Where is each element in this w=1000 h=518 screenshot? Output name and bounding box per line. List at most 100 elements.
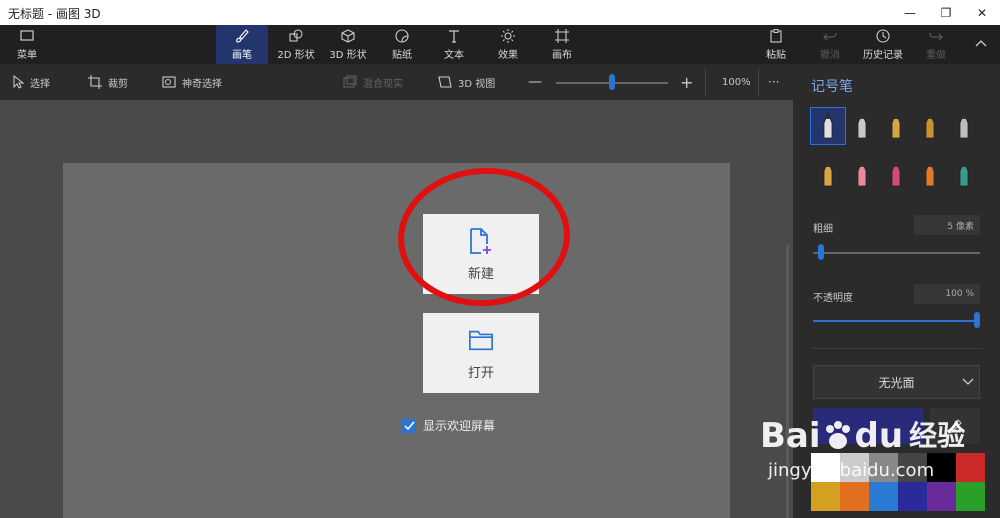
brush-crayon[interactable] [879, 156, 913, 192]
opacity-input[interactable]: 100 % [914, 284, 980, 304]
view-3d-button[interactable]: 3D 视图 [438, 64, 495, 100]
tool-text[interactable]: 文本 [428, 25, 480, 64]
calligraphy-pen-icon [857, 111, 867, 139]
undo-label: 撤消 [820, 50, 840, 61]
pixel-pen-icon [959, 111, 969, 139]
open-label: 打开 [467, 365, 494, 381]
mixed-reality-label: 混合现实 [363, 78, 403, 90]
brush-pixel-pen[interactable] [947, 108, 981, 144]
crop-icon [88, 75, 102, 89]
eraser-icon [857, 159, 867, 187]
redo-label: 重做 [926, 50, 946, 61]
tool-canvas[interactable]: 画布 [536, 25, 588, 64]
divider [705, 68, 706, 96]
palette-swatch[interactable] [869, 482, 898, 511]
watermark-jingyan: 经验 [909, 419, 966, 452]
brush-marker[interactable] [810, 107, 846, 145]
minimize-icon: — [904, 5, 916, 20]
title-bar [0, 0, 1000, 25]
opacity-slider-fill [813, 320, 980, 322]
history-button[interactable]: 历史记录 [858, 25, 908, 64]
tool-stickers[interactable]: 贴纸 [376, 25, 428, 64]
brush-eraser[interactable] [845, 156, 879, 192]
watermark-brand-du: du [854, 416, 904, 456]
minimize-button[interactable]: — [892, 0, 928, 25]
magic-select-label: 神奇选择 [182, 78, 222, 90]
palette-swatch[interactable] [927, 482, 956, 511]
text-icon [449, 30, 459, 43]
history-label: 历史记录 [863, 50, 903, 61]
zoom-out-button[interactable]: — [528, 64, 542, 100]
thickness-slider-thumb[interactable] [818, 244, 825, 260]
marker-icon [823, 111, 833, 139]
brush-spray-can[interactable] [913, 156, 947, 192]
tool-label: 贴纸 [392, 50, 412, 61]
chevron-up-icon [975, 39, 987, 46]
tool-2d-shapes[interactable]: 2D 形状 [270, 25, 322, 64]
pencil-icon [823, 159, 833, 187]
finish-dropdown[interactable]: 无光面 [813, 365, 980, 399]
tool-effects[interactable]: 效果 [482, 25, 534, 64]
mixed-reality-button[interactable]: 混合现实 [343, 64, 403, 100]
sun-icon [501, 29, 515, 43]
tool-label: 画笔 [232, 50, 252, 61]
palette-swatch[interactable] [840, 482, 869, 511]
palette-swatch[interactable] [811, 482, 840, 511]
magic-select-button[interactable]: 神奇选择 [162, 64, 222, 100]
paste-button[interactable]: 粘贴 [756, 25, 796, 64]
crop-button[interactable]: 裁剪 [88, 64, 128, 100]
select-label: 选择 [30, 78, 50, 90]
thickness-input[interactable]: 5 像素 [914, 215, 980, 235]
tool-label: 画布 [552, 50, 572, 61]
brush-fill[interactable] [947, 156, 981, 192]
crayon-icon [891, 159, 901, 187]
tool-3d-shapes[interactable]: 3D 形状 [322, 25, 374, 64]
thickness-slider-track[interactable] [813, 252, 980, 254]
drawing-canvas[interactable] [63, 163, 730, 518]
paste-label: 粘贴 [766, 50, 786, 61]
menu-label: 菜单 [17, 50, 37, 61]
close-icon: ✕ [976, 5, 988, 20]
brush-icon [236, 29, 249, 43]
watermark-brand: Bai [760, 416, 821, 456]
2d-shapes-icon [289, 29, 303, 42]
zoom-slider-thumb[interactable] [609, 74, 615, 90]
maximize-button[interactable]: ❐ [928, 0, 964, 25]
select-button[interactable]: 选择 [12, 64, 50, 100]
pointer-icon [13, 75, 24, 89]
brush-oil-brush[interactable] [879, 108, 913, 144]
zoom-in-button[interactable]: + [680, 64, 693, 100]
undo-button[interactable]: 撤消 [810, 25, 850, 64]
zoom-value: 100% [722, 76, 751, 88]
mixed-reality-icon [343, 75, 357, 88]
opacity-label: 不透明度 [813, 293, 853, 304]
collapse-toolbar-button[interactable] [966, 25, 996, 64]
open-button[interactable]: 打开 [423, 313, 539, 393]
view-3d-label: 3D 视图 [458, 78, 496, 90]
show-welcome-toggle[interactable]: 显示欢迎屏幕 [402, 417, 495, 434]
check-icon [403, 420, 415, 430]
brush-watercolor[interactable] [913, 108, 947, 144]
checkbox[interactable] [402, 418, 416, 433]
paste-icon [770, 29, 782, 43]
history-icon [876, 29, 890, 43]
divider [758, 68, 759, 96]
redo-button[interactable]: 重做 [916, 25, 956, 64]
brush-pencil[interactable] [811, 156, 845, 192]
finish-value: 无光面 [878, 375, 915, 390]
tool-label: 2D 形状 [277, 50, 315, 61]
opacity-slider-thumb[interactable] [974, 312, 980, 328]
tool-brushes[interactable]: 画笔 [216, 25, 268, 64]
menu-button[interactable]: 菜单 [5, 25, 49, 64]
cube-icon [341, 29, 355, 43]
palette-swatch[interactable] [898, 482, 927, 511]
palette-swatch[interactable] [956, 482, 985, 511]
window-title: 无标题 - 画图 3D [8, 7, 101, 21]
brush-calligraphy-pen[interactable] [845, 108, 879, 144]
crop-label: 裁剪 [108, 78, 128, 90]
tool-label: 文本 [444, 50, 464, 61]
menu-icon [20, 30, 34, 41]
close-button[interactable]: ✕ [964, 0, 1000, 25]
magic-select-icon [162, 76, 176, 88]
more-options-button[interactable]: ··· [768, 64, 779, 100]
